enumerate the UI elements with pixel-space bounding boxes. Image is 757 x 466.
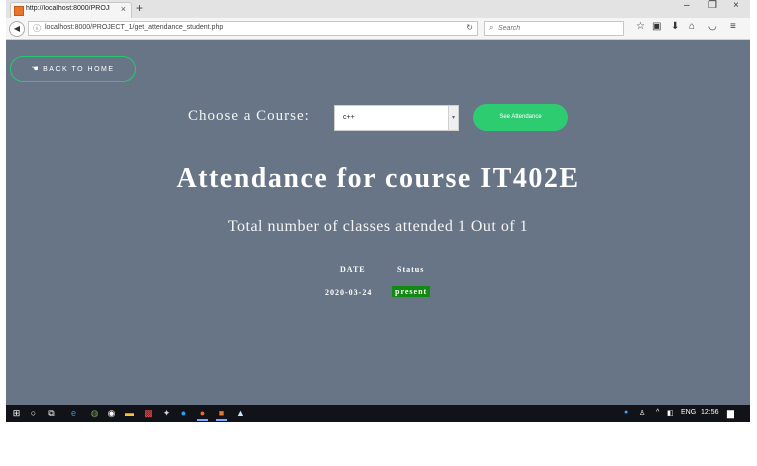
volume-icon[interactable]: ◧	[667, 409, 674, 417]
reload-icon[interactable]: ↻	[466, 23, 473, 32]
cortana-search-icon[interactable]: ○	[28, 408, 39, 419]
search-input[interactable]	[498, 23, 618, 34]
skype-icon[interactable]: ●	[178, 408, 189, 419]
minimize-button[interactable]: –	[684, 0, 690, 11]
search-bar[interactable]: ⌕	[484, 21, 624, 36]
address-bar[interactable]: ⓘ localhost:8000/PROJECT_1/get_attendanc…	[28, 21, 478, 36]
attendance-date-cell: 2020-03-24	[325, 288, 373, 297]
column-header-status: Status	[397, 265, 425, 274]
bookmark-star-icon[interactable]: ☆	[636, 21, 645, 32]
back-to-home-label: BACK TO HOME	[43, 66, 115, 73]
close-window-button[interactable]: ×	[733, 0, 739, 11]
task-view-icon[interactable]: ⧉	[46, 408, 57, 419]
tab-title: http://localhost:8000/PROJE	[26, 5, 110, 12]
file-explorer-icon[interactable]: ▬	[124, 408, 135, 419]
pointing-hand-icon: ☚	[31, 64, 41, 73]
column-header-date: DATE	[340, 265, 366, 274]
notification-icon[interactable]: ▆	[727, 408, 734, 419]
browser-window: http://localhost:8000/PROJE × + – ❐ × ◀ …	[6, 0, 750, 422]
pocket-icon[interactable]: ◡	[708, 21, 717, 32]
url-text[interactable]: localhost:8000/PROJECT_1/get_attendance_…	[45, 24, 223, 31]
back-to-home-button[interactable]: ☚ BACK TO HOME	[10, 56, 136, 82]
reading-list-icon[interactable]: ▣	[652, 21, 661, 32]
navigation-bar: ◀ ⓘ localhost:8000/PROJECT_1/get_attenda…	[6, 18, 750, 40]
back-arrow-icon[interactable]: ◀	[9, 21, 25, 37]
hp-icon[interactable]: ◉	[106, 408, 117, 419]
network-icon[interactable]: ●	[624, 409, 628, 416]
course-dropdown[interactable]: c++ ▾	[334, 105, 459, 131]
selected-course-value: c++	[343, 114, 355, 121]
app-icon[interactable]: ◍	[89, 408, 100, 419]
language-indicator[interactable]: ENG	[681, 409, 696, 416]
windows-start-icon[interactable]: ⊞	[11, 408, 22, 419]
chevron-down-icon[interactable]: ▾	[448, 106, 458, 130]
classes-attended-summary: Total number of classes attended 1 Out o…	[227, 218, 529, 235]
people-icon[interactable]: ♙	[639, 409, 645, 417]
edge-browser-icon[interactable]: e	[68, 408, 79, 419]
chevron-up-icon[interactable]: ^	[656, 409, 659, 416]
shooting-star-icon[interactable]: ✦	[161, 408, 172, 419]
maximize-button[interactable]: ❐	[708, 0, 717, 11]
tab-close-icon[interactable]: ×	[121, 4, 126, 14]
xampp-icon[interactable]: ■	[216, 408, 227, 421]
info-icon[interactable]: ⓘ	[33, 23, 41, 34]
new-tab-button[interactable]: +	[136, 1, 143, 15]
page-content: ☚ BACK TO HOME Choose a Course: c++ ▾ See…	[6, 40, 750, 405]
clock-time[interactable]: 12:56	[701, 409, 719, 416]
status-badge: present	[392, 286, 431, 297]
page-title: Attendance for course IT402E	[176, 163, 580, 194]
office-icon[interactable]: ▩	[143, 408, 154, 419]
photos-icon[interactable]: ▲	[235, 408, 246, 419]
menu-icon[interactable]: ≡	[730, 21, 736, 32]
see-attendance-button[interactable]: See Attendance	[473, 104, 568, 131]
choose-course-label: Choose a Course:	[188, 108, 310, 124]
tab-strip: http://localhost:8000/PROJE × + – ❐ ×	[6, 0, 750, 18]
home-icon[interactable]: ⌂	[689, 21, 695, 32]
download-icon[interactable]: ⬇	[671, 21, 679, 32]
browser-tab[interactable]: http://localhost:8000/PROJE ×	[10, 2, 132, 18]
search-icon: ⌕	[489, 23, 494, 32]
windows-taskbar: ⊞ ○ ⧉ e ◍ ◉ ▬ ▩ ✦ ● ● ■ ▲ ● ♙ ^ ◧ ENG 12…	[6, 405, 750, 422]
page-favicon-icon	[14, 6, 24, 16]
firefox-icon[interactable]: ●	[197, 408, 208, 421]
